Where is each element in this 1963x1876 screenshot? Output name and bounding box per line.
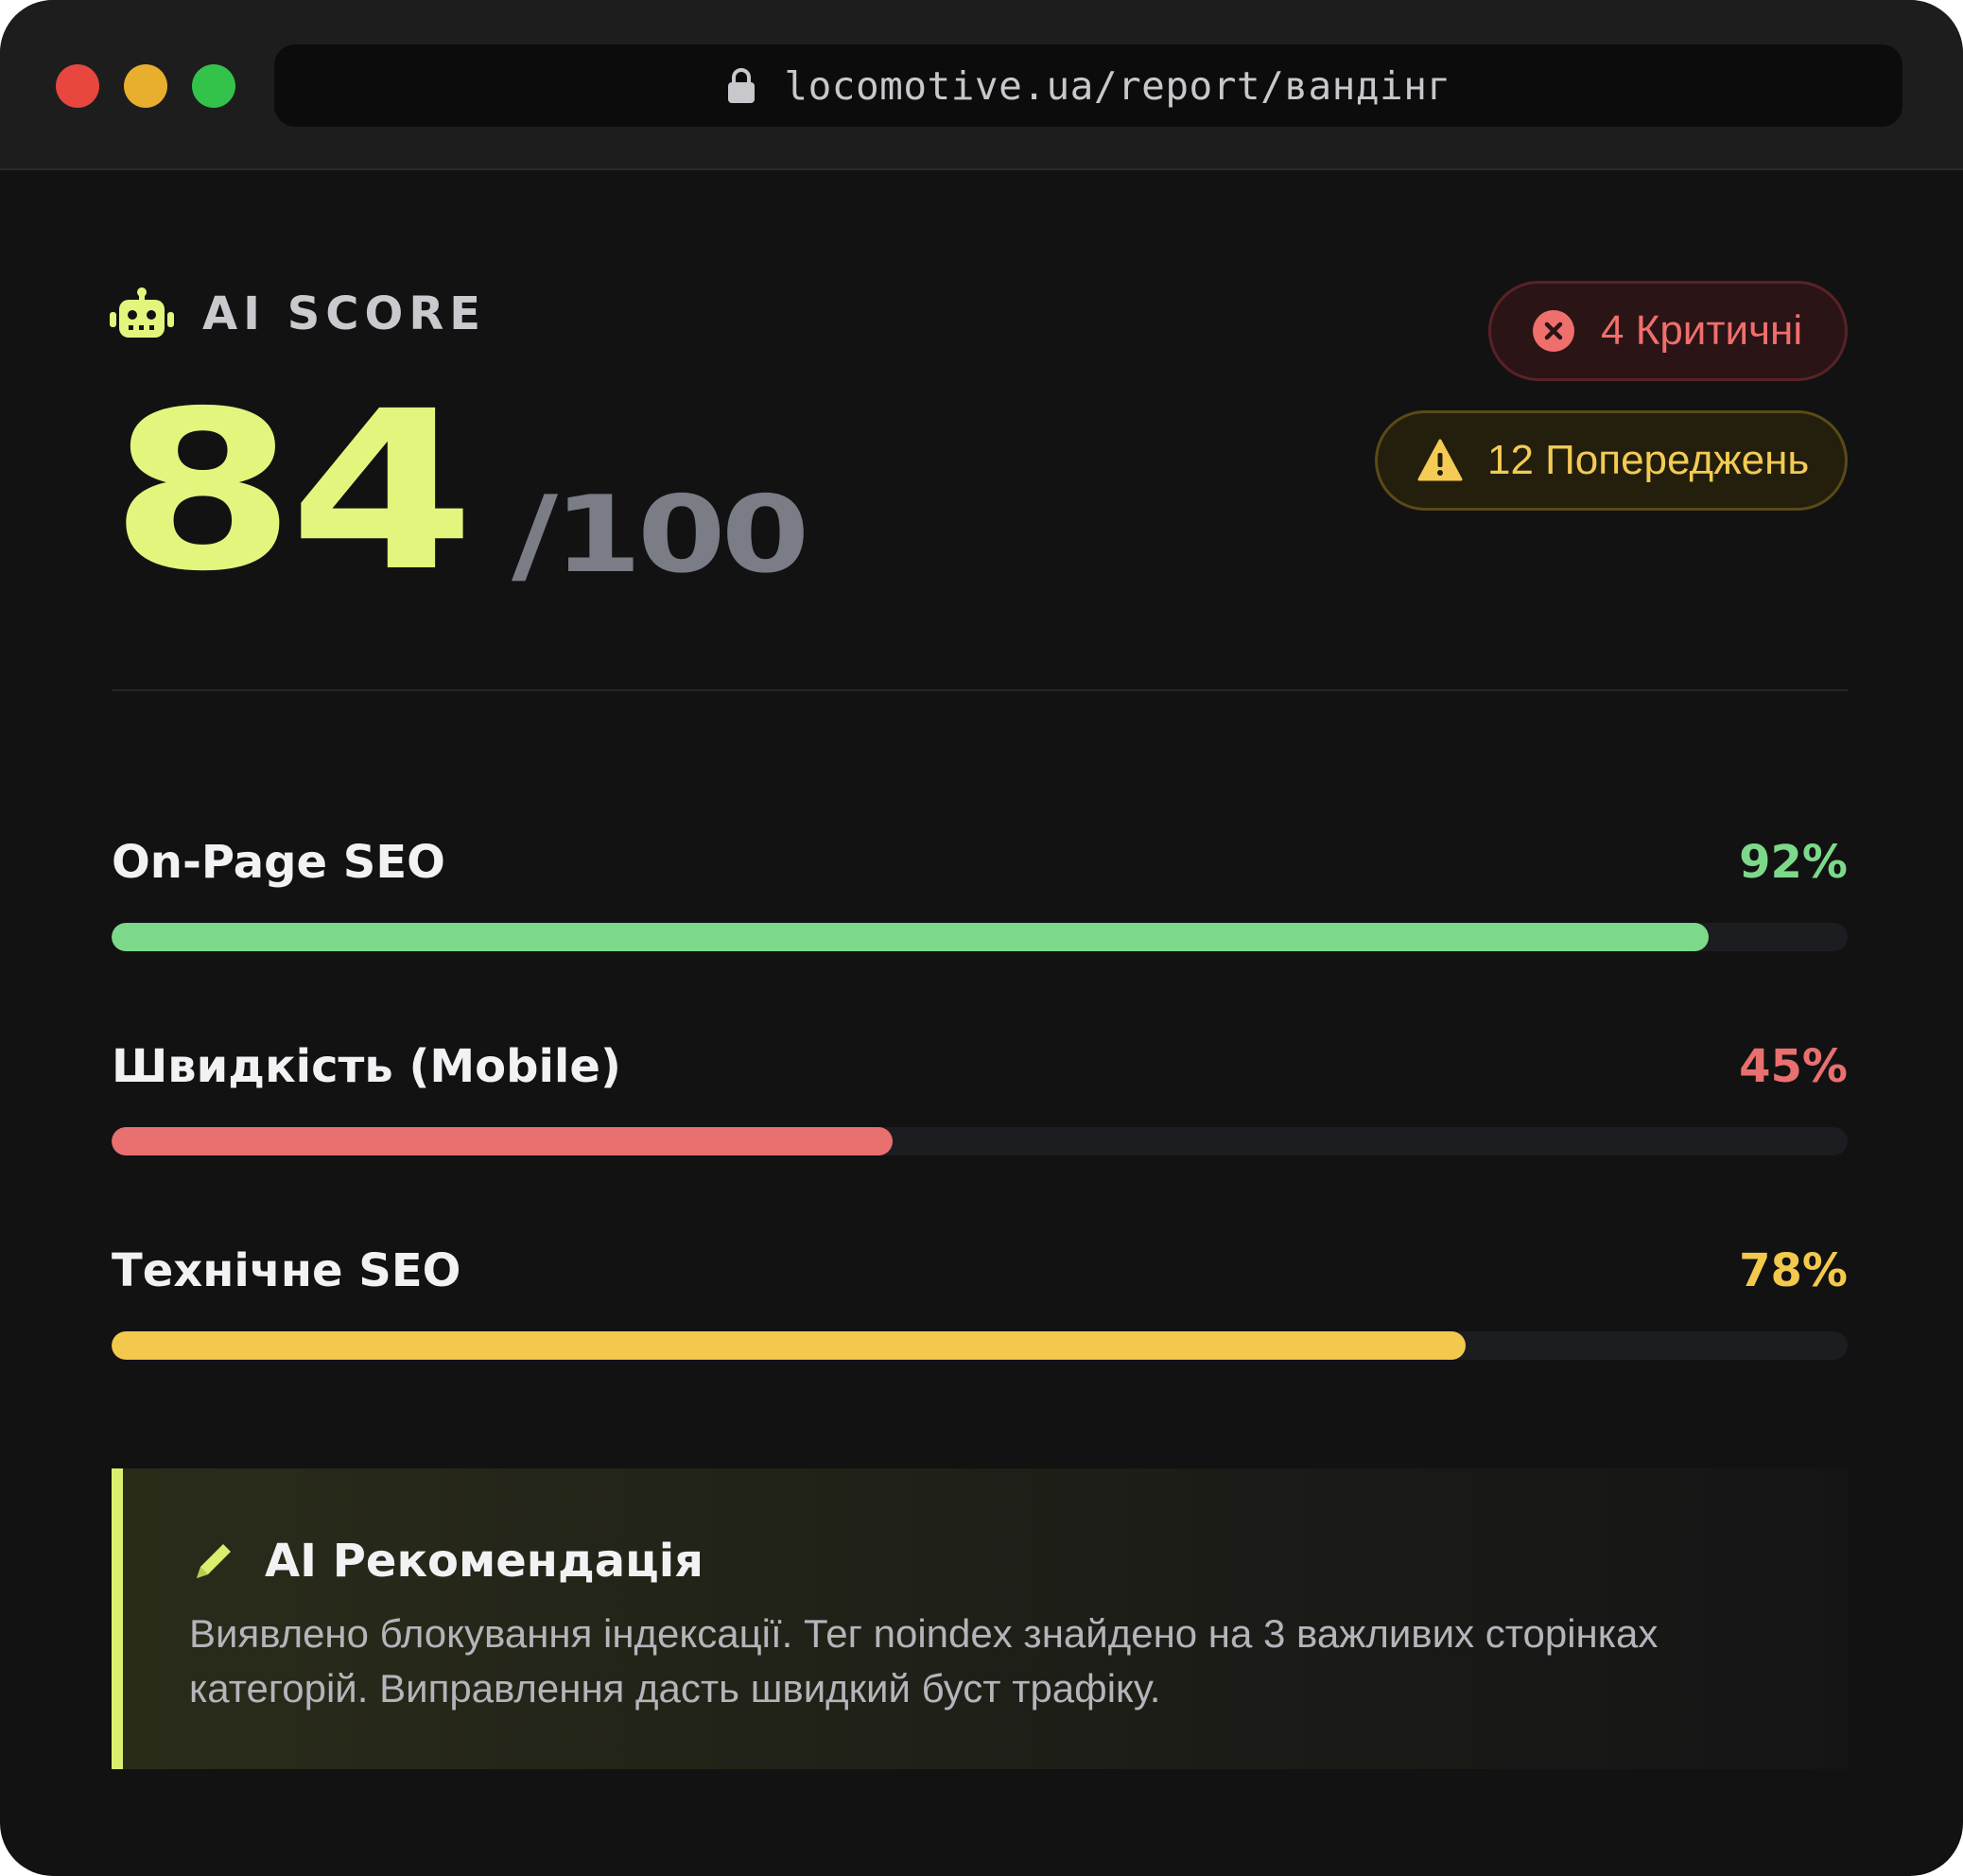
x-circle-icon <box>1533 310 1574 352</box>
metric-label: Технічне SEO <box>112 1244 461 1297</box>
progress-fill <box>112 1127 894 1155</box>
recommendation-text: Виявлено блокування індексації. Тег noin… <box>189 1611 1659 1711</box>
ai-recommendation-card: AI Рекомендація Виявлено блокування інде… <box>112 1468 1848 1769</box>
warning-triangle-icon <box>1417 439 1463 481</box>
title-bar: locomotive.ua/report/вандінг <box>0 0 1963 170</box>
maximize-window-button[interactable] <box>192 64 235 108</box>
score-label: AI SCORE <box>202 287 487 340</box>
metric-label: Швидкість (Mobile) <box>112 1040 621 1093</box>
progress-fill <box>112 1331 1467 1360</box>
score-max: /100 <box>511 474 809 597</box>
close-window-button[interactable] <box>56 64 99 108</box>
metric-label: On-Page SEO <box>112 836 445 889</box>
pencil-icon <box>197 1544 231 1578</box>
minimize-window-button[interactable] <box>124 64 167 108</box>
url-text: locomotive.ua/report/вандінг <box>784 62 1451 109</box>
progress-track <box>112 1127 1848 1155</box>
critical-issues-text: 4 Критичні <box>1601 307 1803 354</box>
warnings-text: 12 Попереджень <box>1487 437 1810 483</box>
metric-value: 78% <box>1739 1244 1848 1297</box>
progress-fill <box>112 923 1710 951</box>
robot-icon <box>110 287 174 338</box>
score-value: 84 <box>110 364 476 619</box>
browser-window: locomotive.ua/report/вандінг AI SCORE 84… <box>0 0 1963 1876</box>
metric-mobile-speed: Швидкість (Mobile) 45% <box>112 1040 1848 1163</box>
metric-on-page-seo: On-Page SEO 92% <box>112 836 1848 959</box>
score-display: 84 /100 <box>110 364 809 619</box>
progress-track <box>112 1331 1848 1360</box>
warnings-badge[interactable]: 12 Попереджень <box>1375 410 1848 511</box>
divider <box>112 689 1848 691</box>
metric-value: 45% <box>1739 1040 1848 1093</box>
lock-icon <box>728 67 756 103</box>
metric-technical-seo: Технічне SEO 78% <box>112 1244 1848 1367</box>
score-header: AI SCORE <box>110 287 486 340</box>
critical-issues-badge[interactable]: 4 Критичні <box>1488 281 1848 381</box>
address-bar[interactable]: locomotive.ua/report/вандінг <box>274 44 1902 127</box>
progress-track <box>112 923 1848 951</box>
recommendation-header: AI Рекомендація <box>189 1535 704 1588</box>
metric-value: 92% <box>1739 836 1848 889</box>
recommendation-title: AI Рекомендація <box>265 1535 704 1588</box>
